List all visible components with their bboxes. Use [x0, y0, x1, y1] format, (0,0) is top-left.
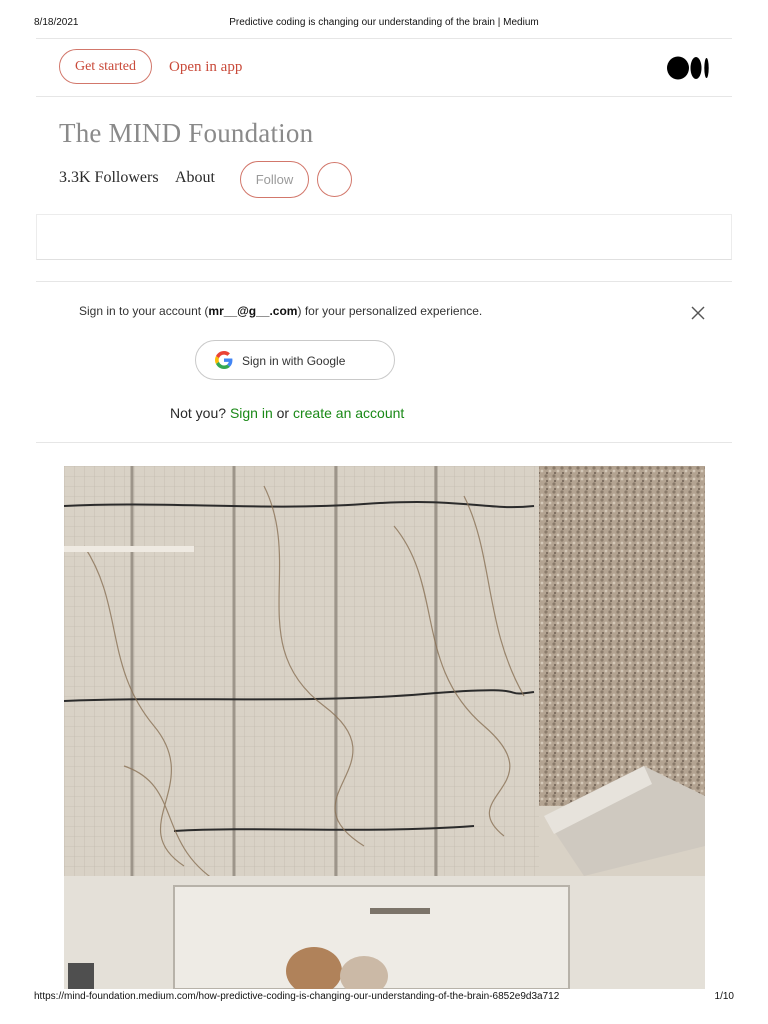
- print-title: Predictive coding is changing our unders…: [229, 17, 539, 28]
- followers-count[interactable]: 3.3K Followers: [59, 169, 159, 187]
- print-footer: https://mind-foundation.medium.com/how-p…: [34, 991, 734, 1005]
- divider: [36, 96, 732, 97]
- google-icon: [215, 351, 233, 369]
- get-started-button[interactable]: Get started: [59, 49, 152, 84]
- follow-button[interactable]: Follow: [240, 161, 309, 198]
- create-account-link[interactable]: create an account: [293, 405, 404, 421]
- print-url: https://mind-foundation.medium.com/how-p…: [34, 991, 560, 1002]
- publication-nav-bar: [36, 214, 732, 260]
- open-in-app-link[interactable]: Open in app: [169, 59, 242, 76]
- about-link[interactable]: About: [175, 169, 215, 187]
- signin-prompt-text: Sign in to your account (mr__@g__.com) f…: [79, 304, 482, 318]
- sign-in-with-google-button[interactable]: Sign in with Google: [195, 340, 395, 380]
- divider: [36, 281, 732, 282]
- sign-in-link[interactable]: Sign in: [230, 405, 273, 421]
- print-header: 8/18/2021 Predictive coding is changing …: [34, 17, 734, 31]
- or-text: or: [276, 405, 290, 421]
- medium-logo-icon[interactable]: [667, 56, 710, 80]
- hero-image: [64, 466, 705, 989]
- signin-text-before: Sign in to your account (: [79, 304, 209, 318]
- divider: [36, 442, 732, 443]
- top-bar: Get started Open in app: [36, 40, 732, 96]
- signin-text-after: ) for your personalized experience.: [297, 304, 483, 318]
- print-page-number: 1/10: [714, 991, 734, 1002]
- divider: [36, 38, 732, 39]
- more-options-button[interactable]: [317, 162, 352, 197]
- publication-title[interactable]: The MIND Foundation: [59, 118, 313, 149]
- google-button-label: Sign in with Google: [242, 354, 346, 368]
- not-you-text: Not you?: [170, 405, 227, 421]
- not-you-line: Not you? Sign in or create an account: [170, 405, 404, 421]
- close-icon[interactable]: [691, 306, 705, 320]
- account-email: mr__@g__.com: [208, 304, 298, 318]
